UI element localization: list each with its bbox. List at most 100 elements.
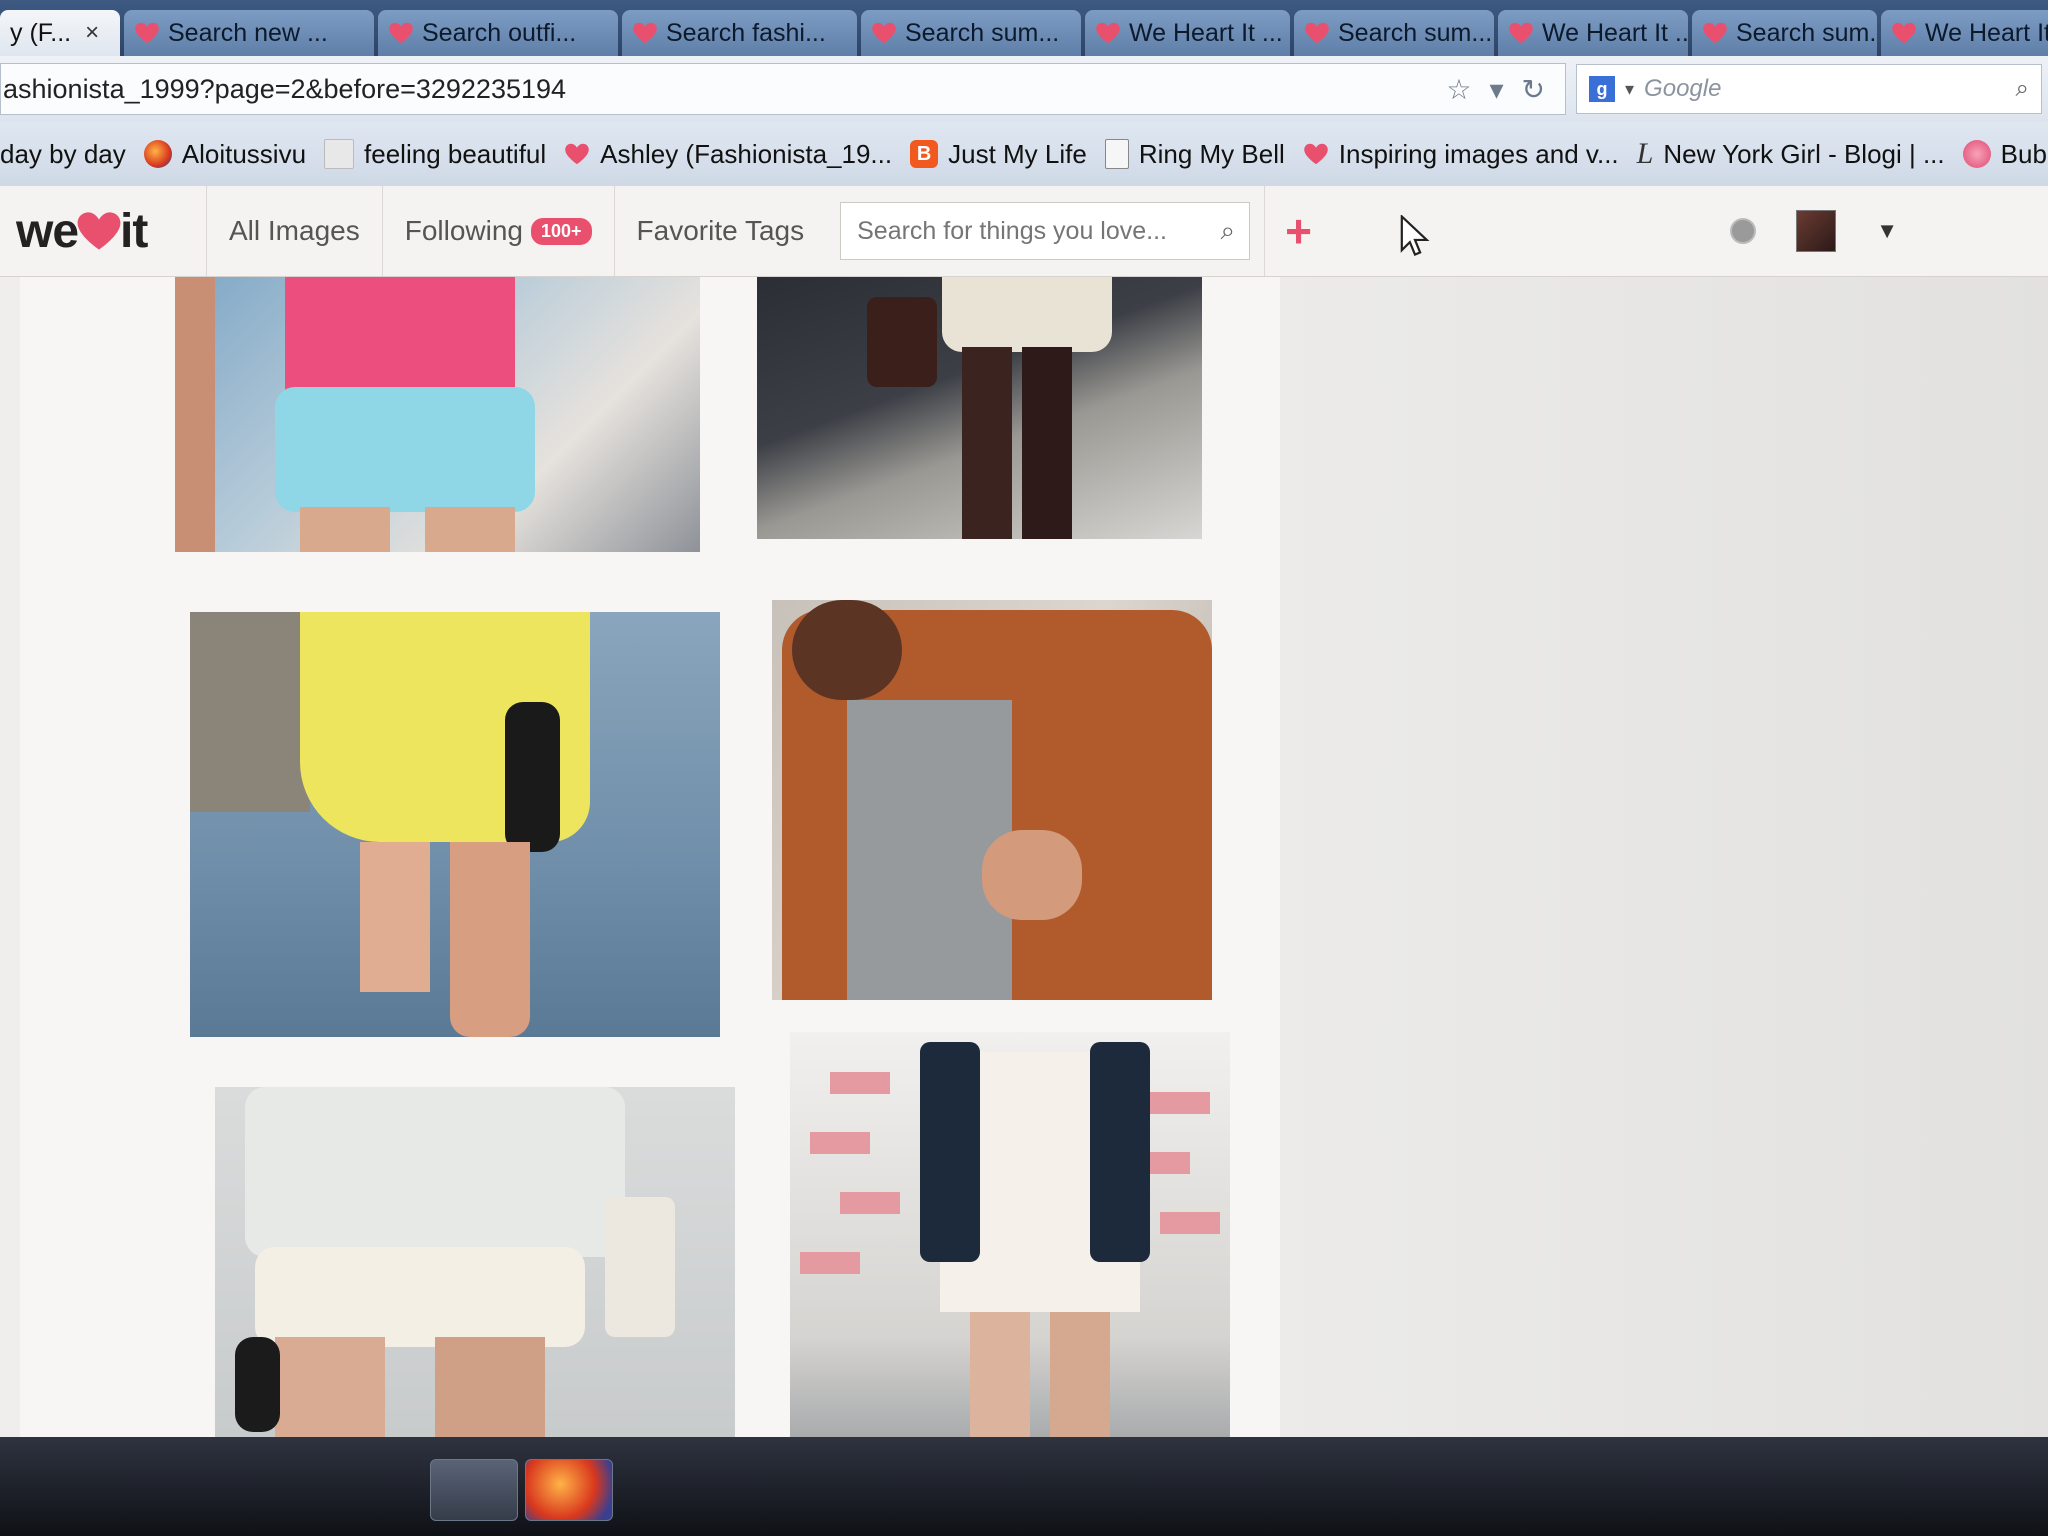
image-icon <box>324 139 355 169</box>
photo-leg <box>360 842 430 992</box>
photo-bag <box>867 297 937 387</box>
browser-tab[interactable]: Search sum... <box>861 10 1081 56</box>
close-tab-icon[interactable]: × <box>85 19 99 47</box>
photo-shorts-white <box>255 1247 585 1347</box>
heart-icon <box>1892 22 1916 44</box>
navigation-bar: ashionista_1999?page=2&before=3292235194… <box>0 56 2048 123</box>
taskbar-app-button[interactable] <box>430 1459 518 1521</box>
bookmark-label: Inspiring images and v... <box>1338 138 1619 169</box>
photo-brick <box>840 1192 900 1214</box>
browser-tab[interactable]: Search new ... <box>124 10 374 56</box>
site-header: we it All Images Following 100+ Favorite… <box>0 186 2048 277</box>
search-engine-icon[interactable]: g <box>1589 76 1615 102</box>
search-engine-dropdown-icon[interactable]: ▾ <box>1625 79 1634 100</box>
photo-hand <box>982 830 1082 920</box>
bookmark-label: New York Girl - Blogi | ... <box>1663 138 1945 169</box>
browser-tab[interactable]: We Heart It ... <box>1881 10 2048 56</box>
bookmark-item[interactable]: Bubblegum Bitch <box>1962 138 2048 170</box>
photo-clutch <box>505 702 560 852</box>
bookmark-item[interactable]: Inspiring images and v... <box>1303 139 1619 170</box>
history-dropdown-icon[interactable]: ▾ <box>1489 73 1503 106</box>
bookmark-label: Aloitussivu <box>181 138 307 169</box>
photo-wall <box>190 612 310 812</box>
image-card[interactable] <box>757 277 1202 539</box>
photo-leg <box>1050 1312 1110 1437</box>
photo-brick <box>1150 1092 1210 1114</box>
pink-icon <box>1962 140 1991 168</box>
bookmark-item[interactable]: feeling beautiful <box>324 139 546 170</box>
bookmark-label: Just My Life <box>948 138 1087 169</box>
avatar[interactable] <box>1796 210 1837 252</box>
os-taskbar <box>0 1437 2048 1536</box>
photo-shorts-blue <box>275 387 535 512</box>
add-image-button[interactable]: + <box>1264 186 1332 276</box>
browser-tab[interactable]: Search sum... <box>1294 10 1494 56</box>
bookmarks-bar: day by day Aloitussivu feeling beautiful As… <box>0 122 2048 187</box>
logo-text-it: it <box>120 204 148 258</box>
logo-heart-icon <box>77 212 121 250</box>
image-card[interactable] <box>215 1087 735 1437</box>
bookmark-item[interactable]: Ashley (Fashionista_19... <box>564 139 892 170</box>
search-engine-field[interactable]: g ▾ Google ⌕ <box>1576 64 2042 114</box>
site-logo[interactable]: we it <box>16 204 206 259</box>
browser-tab-label: We Heart It ... <box>1542 18 1688 47</box>
image-card[interactable] <box>772 600 1212 1000</box>
photo-brick <box>1160 1212 1220 1234</box>
browser-tab[interactable]: Search outfi... <box>378 10 618 56</box>
bookmark-item[interactable]: day by day <box>0 139 126 170</box>
photo-shorts-white <box>942 277 1112 352</box>
bookmark-label: feeling beautiful <box>364 138 547 169</box>
browser-tab[interactable]: We Heart It ... <box>1498 10 1688 56</box>
bookmark-item[interactable]: L New York Girl - Blogi | ... <box>1637 137 1945 171</box>
photo-brick <box>800 1252 860 1274</box>
heart-icon <box>565 143 589 165</box>
bookmark-item[interactable]: B Just My Life <box>910 139 1087 170</box>
photo-leg <box>435 1337 545 1437</box>
heart-icon <box>389 22 413 44</box>
url-bar[interactable]: ashionista_1999?page=2&before=3292235194… <box>0 63 1566 115</box>
browser-tab-label: We Heart It ... <box>1129 18 1283 47</box>
bookmark-item[interactable]: Ring My Bell <box>1104 139 1285 170</box>
content-area <box>0 277 2048 1437</box>
nav-following[interactable]: Following 100+ <box>381 186 614 276</box>
page-icon <box>1104 139 1129 169</box>
bookmark-label: Ashley (Fashionista_19... <box>600 138 893 169</box>
browser-tab-label: Search fashi... <box>666 18 826 47</box>
photo-brick <box>810 1132 870 1154</box>
site-search[interactable]: ⌕ <box>840 202 1251 260</box>
nav-following-label: Following <box>404 215 523 246</box>
photo-leg <box>450 842 530 1037</box>
search-go-icon[interactable]: ⌕ <box>2016 75 2029 103</box>
nav-favorite-tags[interactable]: Favorite Tags <box>613 186 827 276</box>
bookmark-item[interactable]: Aloitussivu <box>143 138 307 170</box>
bookmark-star-icon[interactable]: ☆ <box>1446 73 1471 106</box>
photo-leg-tights <box>962 347 1012 539</box>
browser-tab[interactable]: Search sum... <box>1692 10 1877 56</box>
bookmark-label: Bubblegum Bitch <box>2000 138 2048 169</box>
photo-hair <box>792 600 902 700</box>
browser-tab[interactable]: We Heart It ... <box>1085 10 1290 56</box>
photo-leg <box>970 1312 1030 1437</box>
notifications-icon[interactable] <box>1730 218 1757 244</box>
heart-icon <box>872 22 896 44</box>
image-card[interactable] <box>175 277 700 552</box>
reload-icon[interactable]: ↻ <box>1522 73 1545 106</box>
heart-icon <box>1303 143 1328 165</box>
photo-bag-white <box>605 1197 675 1337</box>
search-icon[interactable]: ⌕ <box>1221 215 1236 247</box>
browser-tab-label: Search sum... <box>905 18 1060 47</box>
browser-tab[interactable]: Search fashi... <box>622 10 857 56</box>
heart-icon <box>1305 22 1329 44</box>
browser-tab[interactable]: y (F... × <box>0 10 120 56</box>
user-menu-caret-icon[interactable]: ▼ <box>1876 218 1898 244</box>
search-engine-placeholder: Google <box>1644 75 1722 102</box>
image-card[interactable] <box>190 612 720 1037</box>
mouse-cursor-icon <box>1400 215 1430 257</box>
image-card[interactable] <box>790 1032 1230 1437</box>
url-actions: ☆ ▾ ↻ <box>1446 73 1565 106</box>
photo-jacket-navy <box>1090 1042 1150 1262</box>
browser-tab-label: We Heart It ... <box>1925 18 2048 47</box>
firefox-taskbar-icon[interactable] <box>525 1459 613 1521</box>
nav-all-images[interactable]: All Images <box>206 186 382 276</box>
site-search-input[interactable] <box>855 215 1221 247</box>
